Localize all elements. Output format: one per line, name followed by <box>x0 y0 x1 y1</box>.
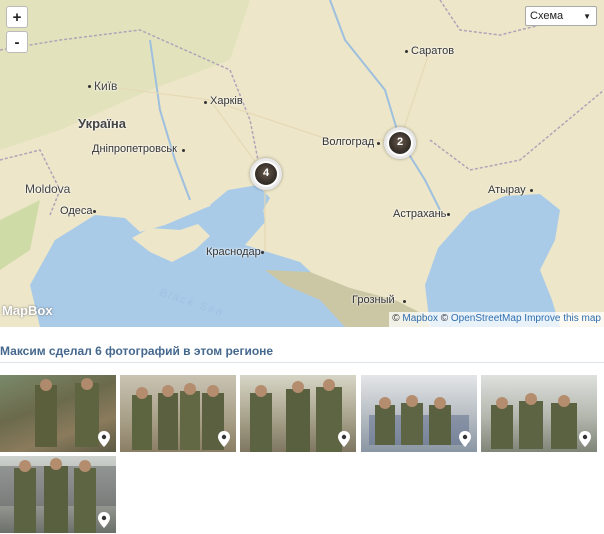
map-view[interactable]: + - Схема ▼ Київ Україна Харків Саратов … <box>0 0 604 327</box>
map-tiles <box>0 0 604 327</box>
mapbox-logo: MapBox <box>2 303 53 318</box>
city-dot <box>447 213 450 216</box>
photos-heading: Максим сделал 6 фотографий в этом регион… <box>0 344 274 358</box>
map-type-value: Схема <box>530 10 564 22</box>
map-attribution: © Mapbox © OpenStreetMap Improve this ma… <box>389 312 604 327</box>
city-dot <box>261 251 264 254</box>
zoom-in-button[interactable]: + <box>6 6 28 28</box>
city-dot <box>204 101 207 104</box>
country-label-moldova: Moldova <box>25 182 71 196</box>
city-dot <box>530 189 533 192</box>
city-dot <box>93 210 96 213</box>
city-dot <box>403 300 406 303</box>
city-label-volgograd: Волгоград <box>322 136 375 148</box>
divider <box>0 362 604 363</box>
zoom-out-button[interactable]: - <box>6 31 28 53</box>
city-label-krasnodar: Краснодар <box>206 246 261 258</box>
openstreetmap-link[interactable]: OpenStreetMap <box>451 313 522 324</box>
city-label-odesa: Одеса <box>60 205 93 217</box>
map-pin-icon <box>98 512 110 528</box>
map-pin-icon <box>218 431 230 447</box>
map-pin-icon <box>98 431 110 447</box>
photo-thumbnail[interactable] <box>481 375 597 452</box>
country-label-ukraine: Україна <box>78 116 127 131</box>
photo-thumbnail[interactable] <box>0 456 116 533</box>
cluster-count: 4 <box>262 167 270 179</box>
map-pin-icon <box>579 431 591 447</box>
city-label-grozny: Грозный <box>352 294 395 306</box>
city-label-dnipro: Дніпропетровськ <box>92 143 177 155</box>
map-pin-icon <box>338 431 350 447</box>
city-label-atyrau: Атырау <box>488 184 526 196</box>
photo-thumbnail[interactable] <box>0 375 116 452</box>
photo-thumbnail[interactable] <box>361 375 477 452</box>
city-dot <box>377 142 380 145</box>
city-label-astrakhan: Астрахань <box>393 208 447 220</box>
photo-thumbnail[interactable] <box>120 375 236 452</box>
city-dot <box>182 149 185 152</box>
photo-thumbnail[interactable] <box>240 375 356 452</box>
city-dot <box>88 85 91 88</box>
photo-cluster-marker[interactable]: 4 <box>250 158 282 190</box>
copyright-symbol: © <box>440 313 449 324</box>
city-label-kharkiv: Харків <box>210 95 243 107</box>
city-dot <box>405 50 408 53</box>
map-pin-icon <box>459 431 471 447</box>
city-label-saratov: Саратов <box>411 45 455 57</box>
copyright-symbol: © <box>392 313 400 324</box>
mapbox-link[interactable]: Mapbox <box>402 313 438 324</box>
chevron-down-icon: ▼ <box>583 12 591 21</box>
cluster-count: 2 <box>396 136 404 148</box>
city-label-kyiv: Київ <box>94 79 118 93</box>
photo-cluster-marker[interactable]: 2 <box>384 127 416 159</box>
improve-map-link[interactable]: Improve this map <box>524 313 601 324</box>
map-type-select[interactable]: Схема ▼ <box>525 6 597 26</box>
